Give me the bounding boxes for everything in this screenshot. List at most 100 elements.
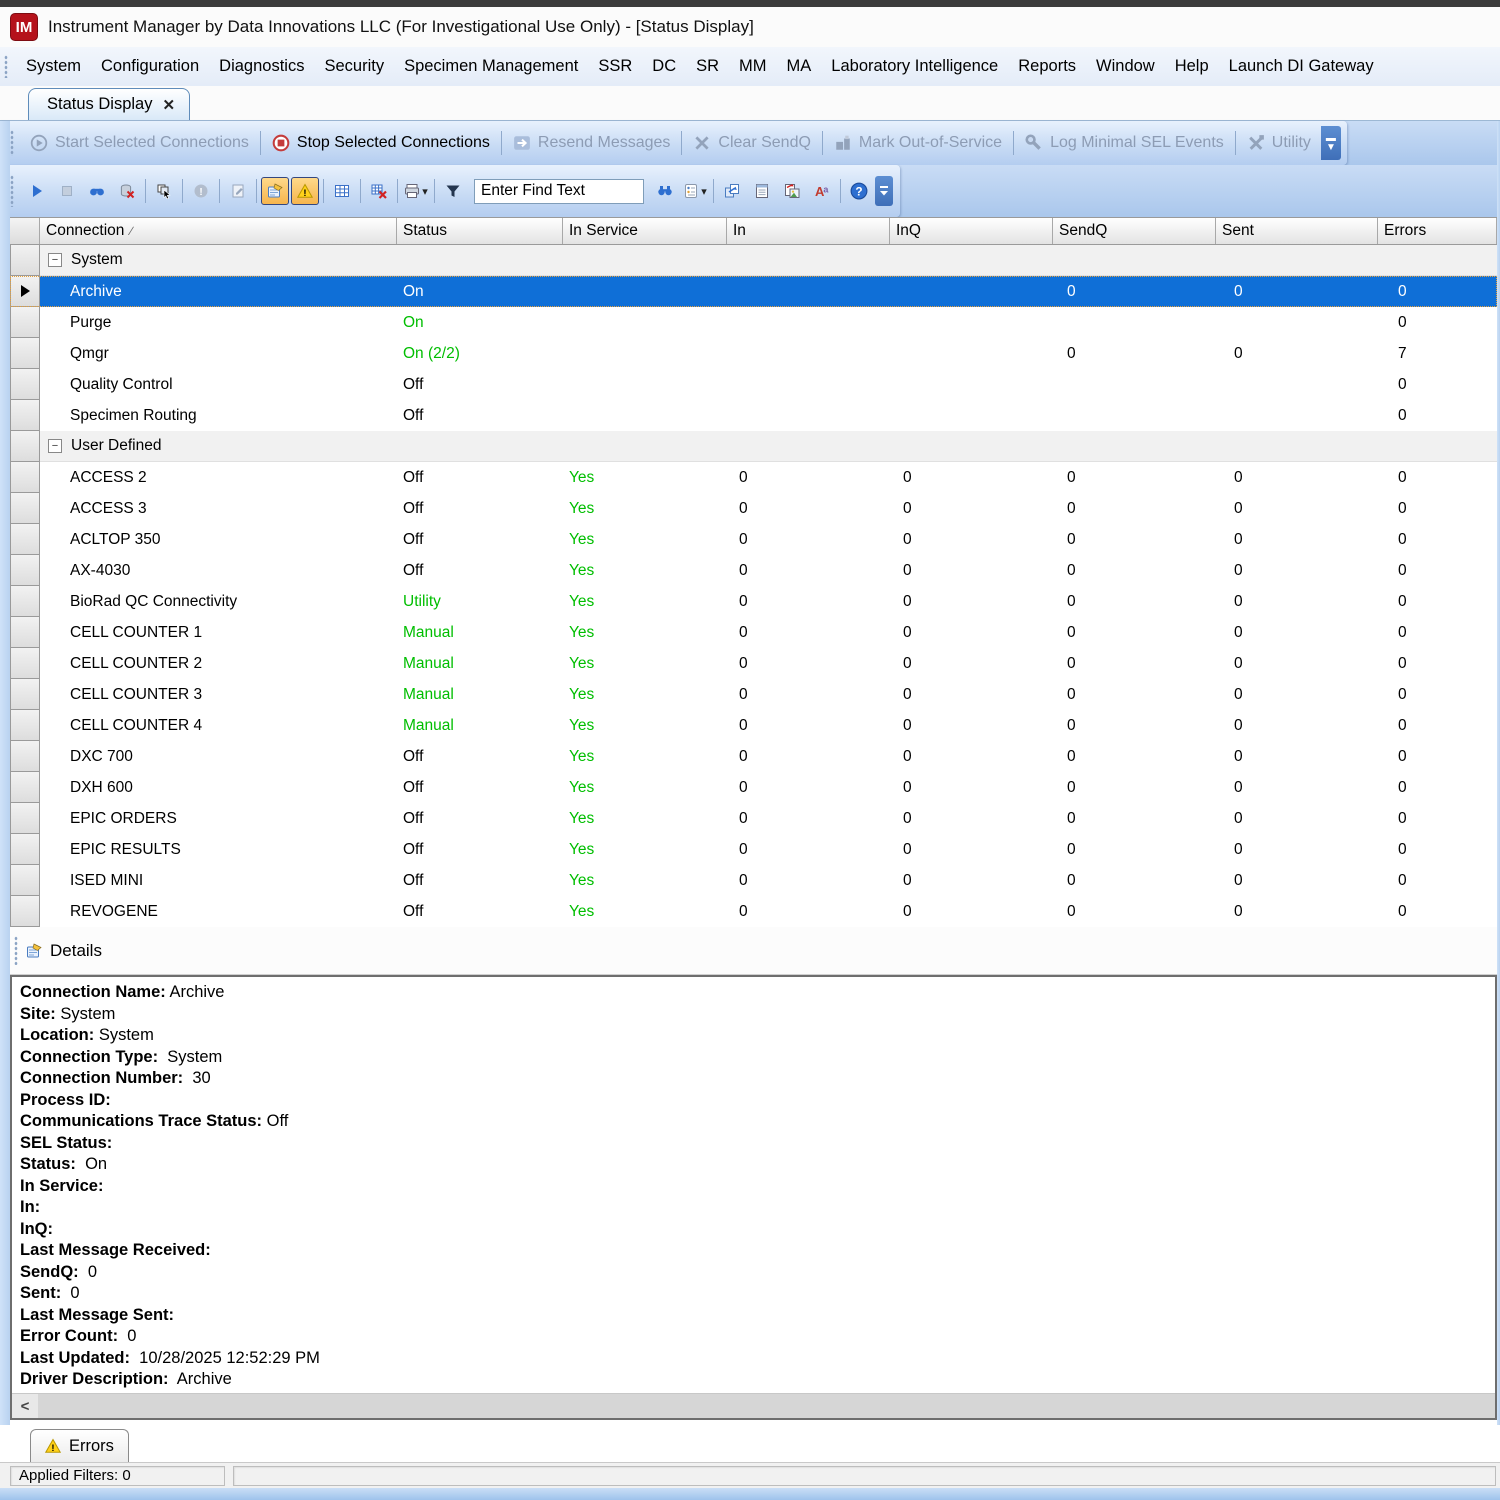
table-row-cell-counter-1[interactable]: CELL COUNTER 1ManualYes00000 xyxy=(10,617,1497,648)
row-selector[interactable] xyxy=(10,896,40,927)
details-horizontal-scrollbar[interactable]: < xyxy=(12,1393,1495,1418)
row-selector[interactable] xyxy=(10,524,40,555)
options-list-button[interactable]: ▾ xyxy=(681,177,709,205)
table-row-cell-counter-3[interactable]: CELL COUNTER 3ManualYes00000 xyxy=(10,679,1497,710)
table-row-qmgr[interactable]: QmgrOn (2/2)007 xyxy=(10,338,1497,369)
row-selector[interactable] xyxy=(10,555,40,586)
stop-square-button[interactable] xyxy=(53,177,81,205)
report-button[interactable] xyxy=(748,177,776,205)
warning-button[interactable]: ! xyxy=(291,177,319,205)
row-selector[interactable] xyxy=(10,586,40,617)
clear-sendq-button[interactable]: Clear SendQ xyxy=(685,131,819,155)
toolbar-overflow-button[interactable]: ▬▼ xyxy=(1321,126,1341,160)
column-header-sent[interactable]: Sent xyxy=(1216,218,1378,244)
table-row-dxh-600[interactable]: DXH 600OffYes00000 xyxy=(10,772,1497,803)
utility-button[interactable]: Utility xyxy=(1239,131,1319,155)
menu-item-help[interactable]: Help xyxy=(1165,53,1219,80)
row-selector[interactable] xyxy=(10,369,40,400)
column-header-status[interactable]: Status xyxy=(397,218,563,244)
font-button[interactable]: Aa xyxy=(808,177,836,205)
row-selector[interactable] xyxy=(10,338,40,369)
column-header-connection[interactable]: Connection∕ xyxy=(40,218,397,244)
table-row-quality-control[interactable]: Quality ControlOff0 xyxy=(10,369,1497,400)
help-button[interactable]: ? xyxy=(845,177,873,205)
row-selector[interactable] xyxy=(10,803,40,834)
row-selector[interactable] xyxy=(10,493,40,524)
transfer-button[interactable] xyxy=(718,177,746,205)
table-row-biorad-qc-connectivity[interactable]: BioRad QC ConnectivityUtilityYes00000 xyxy=(10,586,1497,617)
row-selector[interactable] xyxy=(10,431,40,462)
table-row-cell-counter-2[interactable]: CELL COUNTER 2ManualYes00000 xyxy=(10,648,1497,679)
table-row-revogene[interactable]: REVOGENEOffYes00000 xyxy=(10,896,1497,927)
menu-item-window[interactable]: Window xyxy=(1086,53,1165,80)
menu-item-launch-di-gateway[interactable]: Launch DI Gateway xyxy=(1219,53,1384,80)
row-selector[interactable] xyxy=(10,710,40,741)
grid-button[interactable] xyxy=(328,177,356,205)
log-minimal-sel-events-button[interactable]: Log Minimal SEL Events xyxy=(1017,131,1232,155)
menu-item-sr[interactable]: SR xyxy=(686,53,729,80)
row-selector[interactable] xyxy=(10,741,40,772)
tab-errors[interactable]: ! Errors xyxy=(30,1429,129,1462)
grid-delete-button[interactable] xyxy=(365,177,393,205)
row-selector[interactable] xyxy=(10,462,40,493)
table-row-acltop-350[interactable]: ACLTOP 350OffYes00000 xyxy=(10,524,1497,555)
collapse-group-icon[interactable]: − xyxy=(48,253,62,267)
table-row-access-2[interactable]: ACCESS 2OffYes00000 xyxy=(10,462,1497,493)
menu-item-configuration[interactable]: Configuration xyxy=(91,53,209,80)
resend-messages-button[interactable]: Resend Messages xyxy=(505,131,679,155)
column-header-inq[interactable]: InQ xyxy=(890,218,1053,244)
overflow-button[interactable] xyxy=(875,176,893,206)
row-selector[interactable] xyxy=(10,245,40,276)
row-selector[interactable] xyxy=(10,772,40,803)
purge-db-button[interactable] xyxy=(113,177,141,205)
table-row-purge[interactable]: PurgeOn0 xyxy=(10,307,1497,338)
stop-selected-connections-button[interactable]: Stop Selected Connections xyxy=(264,131,498,155)
start-selected-connections-button[interactable]: Start Selected Connections xyxy=(22,131,257,155)
row-selector[interactable] xyxy=(10,307,40,338)
run-button[interactable] xyxy=(23,177,51,205)
find-text-input[interactable] xyxy=(474,179,644,204)
row-selector[interactable] xyxy=(10,276,40,307)
scroll-left-arrow-icon[interactable]: < xyxy=(12,1394,38,1418)
row-selector[interactable] xyxy=(10,834,40,865)
menu-item-dc[interactable]: DC xyxy=(642,53,686,80)
tab-status-display[interactable]: Status Display ✕ xyxy=(28,88,190,120)
menu-item-ssr[interactable]: SSR xyxy=(588,53,642,80)
table-row-archive[interactable]: ArchiveOn000 xyxy=(10,276,1497,307)
column-header-in-service[interactable]: In Service xyxy=(563,218,727,244)
menu-item-mm[interactable]: MM xyxy=(729,53,777,80)
menu-item-security[interactable]: Security xyxy=(314,53,394,80)
table-row-access-3[interactable]: ACCESS 3OffYes00000 xyxy=(10,493,1497,524)
binoculars-button[interactable] xyxy=(83,177,111,205)
select-pointer-button[interactable] xyxy=(150,177,178,205)
table-row-epic-orders[interactable]: EPIC ORDERSOffYes00000 xyxy=(10,803,1497,834)
menu-item-system[interactable]: System xyxy=(16,53,91,80)
print-button[interactable]: ▾ xyxy=(402,177,430,205)
table-row-cell-counter-4[interactable]: CELL COUNTER 4ManualYes00000 xyxy=(10,710,1497,741)
collapse-group-icon[interactable]: − xyxy=(48,439,62,453)
table-row-dxc-700[interactable]: DXC 700OffYes00000 xyxy=(10,741,1497,772)
column-header-in[interactable]: In xyxy=(727,218,890,244)
edit-button[interactable] xyxy=(224,177,252,205)
row-selector[interactable] xyxy=(10,400,40,431)
table-row-ax-4030[interactable]: AX-4030OffYes00000 xyxy=(10,555,1497,586)
details-button[interactable] xyxy=(261,177,289,205)
filter-button[interactable] xyxy=(439,177,467,205)
image-export-button[interactable] xyxy=(778,177,806,205)
row-selector[interactable] xyxy=(10,648,40,679)
row-selector[interactable] xyxy=(10,679,40,710)
table-row-ised-mini[interactable]: ISED MINIOffYes00000 xyxy=(10,865,1497,896)
table-row-epic-results[interactable]: EPIC RESULTSOffYes00000 xyxy=(10,834,1497,865)
mark-out-of-service-button[interactable]: Mark Out-of-Service xyxy=(826,131,1010,155)
table-row-specimen-routing[interactable]: Specimen RoutingOff0 xyxy=(10,400,1497,431)
info-button[interactable]: ! xyxy=(187,177,215,205)
menu-item-specimen-management[interactable]: Specimen Management xyxy=(394,53,588,80)
menu-item-reports[interactable]: Reports xyxy=(1008,53,1086,80)
tab-close-icon[interactable]: ✕ xyxy=(162,96,175,114)
scrollbar-track[interactable] xyxy=(38,1394,1495,1418)
menu-item-laboratory-intelligence[interactable]: Laboratory Intelligence xyxy=(821,53,1008,80)
column-header-errors[interactable]: Errors xyxy=(1378,218,1497,244)
column-header-sendq[interactable]: SendQ xyxy=(1053,218,1216,244)
menu-item-diagnostics[interactable]: Diagnostics xyxy=(209,53,314,80)
menu-item-ma[interactable]: MA xyxy=(777,53,822,80)
